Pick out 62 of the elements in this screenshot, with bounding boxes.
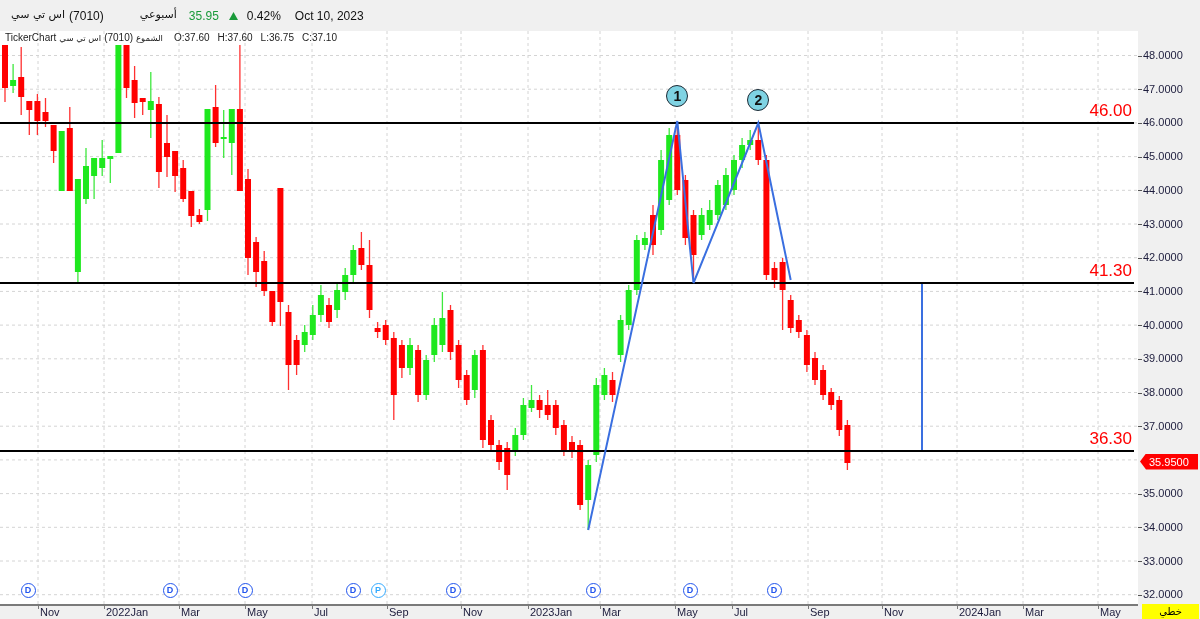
event-marker: D: [766, 582, 782, 598]
price-value: 35.95: [188, 7, 219, 25]
price-axis-label: 37.0000: [1143, 419, 1183, 433]
time-axis-label: Mar: [1025, 606, 1044, 619]
price-axis-label: 43.0000: [1143, 217, 1183, 231]
time-axis-label: Nov: [884, 606, 904, 619]
price-axis-label: 39.0000: [1143, 352, 1183, 366]
chart-source-label: TickerChart: [5, 32, 57, 44]
time-axis-label: Nov: [463, 606, 483, 619]
price-level-label: 46.00: [1089, 101, 1132, 121]
price-level-label: 41.30: [1089, 261, 1132, 281]
price-axis-label: 33.0000: [1143, 554, 1183, 568]
time-axis-label: 2023Jan: [530, 606, 573, 619]
price-axis-label: 44.0000: [1143, 183, 1183, 197]
event-marker: D: [682, 582, 698, 598]
time-axis-label: May: [247, 606, 268, 619]
symbol-code: (7010): [69, 7, 104, 25]
legend-symbol-name: اس تي سي: [59, 32, 102, 44]
price-axis-label: 38.0000: [1143, 386, 1183, 399]
price-axis-label: 46.0000: [1143, 116, 1183, 130]
chart-type-label: الشموع: [136, 32, 163, 44]
price-axis-label: 35.0000: [1143, 487, 1183, 501]
price-axis-label: 40.0000: [1143, 318, 1183, 332]
scale-mode-button[interactable]: خطي: [1142, 604, 1199, 619]
event-marker: D: [345, 582, 361, 598]
price-level-label: 36.30: [1089, 429, 1132, 449]
time-axis-label: Sep: [810, 606, 830, 619]
last-price-tag: 35.9500: [1140, 453, 1198, 470]
time-axis-label: Jul: [314, 606, 329, 619]
ohlc-value: L:36.75: [260, 32, 294, 44]
time-axis-label: Mar: [602, 606, 621, 619]
date-label: Oct 10, 2023: [294, 7, 364, 25]
time-axis-label: 2022Jan: [106, 606, 149, 619]
event-marker: P: [370, 582, 386, 598]
price-axis-label: 48.0000: [1143, 49, 1183, 62]
time-axis-label: 2024Jan: [959, 606, 1002, 619]
event-marker: D: [237, 582, 253, 598]
ohlc-value: O:37.60: [173, 32, 210, 44]
time-axis-label: Mar: [181, 606, 200, 619]
price-axis-label: 42.0000: [1143, 251, 1183, 265]
time-axis-label: May: [677, 606, 698, 619]
event-marker: D: [445, 582, 461, 598]
period-label: أسبوعي: [139, 7, 177, 24]
event-marker: D: [585, 582, 601, 598]
peak-number-badge: 1: [666, 85, 689, 107]
legend-symbol-code: (7010): [104, 32, 134, 44]
event-marker: D: [162, 582, 178, 598]
price-axis-label: 41.0000: [1143, 284, 1183, 298]
ohlc-value: C:37.10: [301, 32, 337, 44]
peak-number-badge: 2: [747, 89, 770, 111]
price-axis-label: 34.0000: [1143, 520, 1183, 534]
price-axis-label: 45.0000: [1143, 150, 1183, 164]
symbol-name: اس تي سي: [11, 7, 66, 24]
time-axis-label: Nov: [40, 606, 60, 619]
change-percent: 0.42%: [246, 7, 281, 25]
price-axis-label: 32.0000: [1143, 588, 1183, 602]
event-marker: D: [20, 582, 36, 598]
ohlc-value: H:37.60: [217, 32, 253, 44]
time-axis-label: Jul: [734, 606, 749, 619]
time-axis-label: Sep: [389, 606, 409, 619]
time-axis-label: May: [1100, 606, 1121, 619]
price-axis-label: 47.0000: [1143, 82, 1183, 96]
